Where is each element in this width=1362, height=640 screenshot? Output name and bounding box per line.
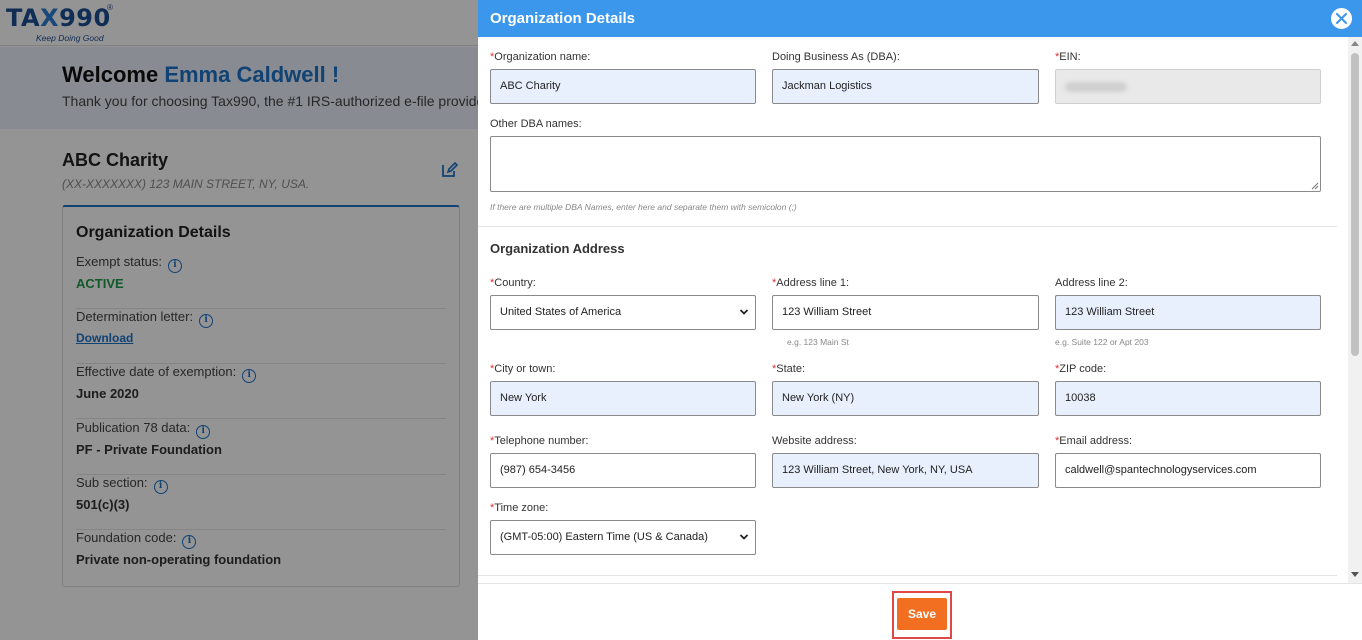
timezone-label: *Time zone: bbox=[490, 502, 548, 514]
modal-title: Organization Details bbox=[490, 10, 636, 27]
chevron-down-icon bbox=[739, 309, 749, 315]
scroll-down-arrow-icon[interactable] bbox=[1351, 572, 1359, 577]
org-details-modal: Organization Details *Organization name:… bbox=[478, 0, 1362, 640]
close-button[interactable] bbox=[1329, 6, 1354, 31]
website-label: Website address: bbox=[772, 435, 857, 447]
address1-hint: e.g. 123 Main St bbox=[787, 337, 849, 347]
country-select[interactable]: United States of America bbox=[490, 295, 756, 330]
address1-label-text: Address line 1: bbox=[776, 277, 850, 289]
city-label-text: City or town: bbox=[494, 363, 556, 375]
dba-label: Doing Business As (DBA): bbox=[772, 51, 900, 63]
ein-redacted-value bbox=[1065, 82, 1127, 92]
email-label-text: Email address: bbox=[1059, 435, 1133, 447]
org-name-input[interactable]: ABC Charity bbox=[490, 69, 756, 104]
city-input[interactable]: New York bbox=[490, 381, 756, 416]
phone-label: *Telephone number: bbox=[490, 435, 588, 447]
state-input[interactable]: New York (NY) bbox=[772, 381, 1039, 416]
ein-input bbox=[1055, 69, 1321, 104]
timezone-label-text: Time zone: bbox=[494, 502, 549, 514]
modal-footer: Save bbox=[478, 583, 1362, 640]
scroll-thumb[interactable] bbox=[1351, 53, 1359, 356]
zip-input[interactable]: 10038 bbox=[1055, 381, 1321, 416]
ein-label: *EIN: bbox=[1055, 51, 1081, 63]
city-label: *City or town: bbox=[490, 363, 555, 375]
address2-input[interactable]: 123 William Street bbox=[1055, 295, 1321, 330]
zip-label-text: ZIP code: bbox=[1059, 363, 1107, 375]
modal-scrollbar[interactable] bbox=[1348, 37, 1362, 583]
address2-label: Address line 2: bbox=[1055, 277, 1128, 289]
section-divider bbox=[478, 575, 1337, 576]
close-icon bbox=[1336, 13, 1347, 24]
dba-input[interactable]: Jackman Logistics bbox=[772, 69, 1039, 104]
modal-body: *Organization name: ABC Charity Doing Bu… bbox=[478, 37, 1348, 583]
timezone-select[interactable]: (GMT-05:00) Eastern Time (US & Canada) bbox=[490, 520, 756, 555]
address1-label: *Address line 1: bbox=[772, 277, 849, 289]
other-dba-textarea[interactable] bbox=[490, 136, 1321, 192]
resize-grip-icon[interactable] bbox=[1311, 182, 1319, 190]
phone-label-text: Telephone number: bbox=[494, 435, 589, 447]
email-label: *Email address: bbox=[1055, 435, 1132, 447]
address-section-title: Organization Address bbox=[490, 241, 625, 256]
save-button[interactable]: Save bbox=[897, 598, 947, 630]
zip-label: *ZIP code: bbox=[1055, 363, 1106, 375]
phone-input[interactable]: (987) 654-3456 bbox=[490, 453, 756, 488]
modal-backdrop[interactable] bbox=[0, 0, 478, 640]
email-input[interactable]: caldwell@spantechnologyservices.com bbox=[1055, 453, 1321, 488]
scroll-up-arrow-icon[interactable] bbox=[1351, 41, 1359, 46]
section-divider bbox=[478, 226, 1337, 227]
address2-hint: e.g. Suite 122 or Apt 203 bbox=[1055, 337, 1149, 347]
country-label-text: Country: bbox=[494, 277, 536, 289]
org-name-label: *Organization name: bbox=[490, 51, 590, 63]
country-value: United States of America bbox=[500, 306, 622, 318]
address1-input[interactable]: 123 William Street bbox=[772, 295, 1039, 330]
state-label-text: State: bbox=[776, 363, 806, 375]
other-dba-hint: If there are multiple DBA Names, enter h… bbox=[490, 202, 797, 212]
other-dba-label: Other DBA names: bbox=[490, 118, 582, 130]
website-input[interactable]: 123 William Street, New York, NY, USA bbox=[772, 453, 1039, 488]
country-label: *Country: bbox=[490, 277, 536, 289]
state-label: *State: bbox=[772, 363, 805, 375]
ein-label-text: EIN: bbox=[1059, 51, 1081, 63]
timezone-value: (GMT-05:00) Eastern Time (US & Canada) bbox=[500, 531, 708, 543]
chevron-down-icon bbox=[739, 534, 749, 540]
modal-header: Organization Details bbox=[478, 0, 1362, 37]
org-name-label-text: Organization name: bbox=[494, 51, 591, 63]
